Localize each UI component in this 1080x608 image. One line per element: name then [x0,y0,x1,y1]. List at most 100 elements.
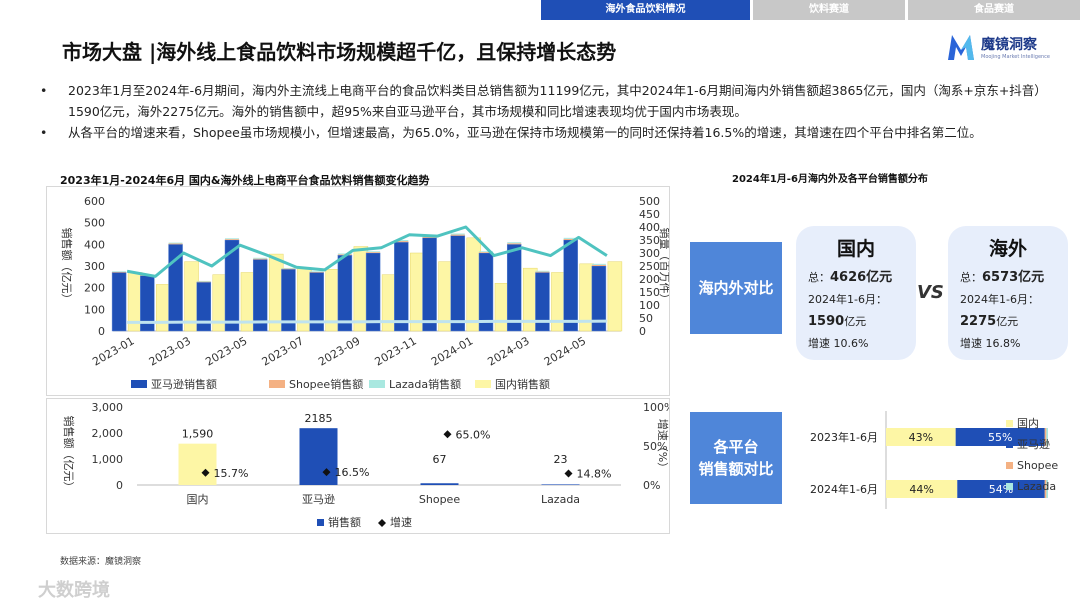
bullet-item: • 从各平台的增速来看，Shopee虽市场规模小，但增速最高，为65.0%，亚马逊… [40,125,982,140]
top-nav: 海外食品饮料情况 饮料赛道 食品赛道 [541,0,1080,20]
shopee-bar [535,271,550,273]
lazada-bar [112,271,127,272]
shopee-bar [168,243,183,245]
legend-label: 国内销售额 [495,377,550,391]
growth-marker [443,430,452,439]
legend-swatch [369,380,385,388]
logo-name: 魔镜洞察 [981,37,1037,53]
growth-value-label: 16.5% [335,466,370,479]
legend-swatch [1006,462,1013,469]
legend-swatch [1006,420,1013,427]
y2-tick-label: 450 [639,208,660,221]
lazada-bar [450,233,465,235]
x-tick-label: 2023-03 [147,334,193,368]
growth-marker [564,469,573,478]
legend-label: 增速 [390,515,412,529]
tab-overseas-food[interactable]: 海外食品饮料情况 [541,0,750,20]
platform-chart: 01,0002,0003,0000%50%100%销售额（亿元）增速（%）1,5… [62,401,674,529]
shopee-bar [281,268,296,270]
legend-label: Lazada [1017,480,1056,493]
x-tick-label: 2024-03 [485,334,531,368]
domestic-bar [607,261,623,332]
watermark: 大数跨境 [38,580,110,601]
y-tick-label: 200 [84,282,105,295]
x-tick-label: Shopee [419,493,460,506]
lazada-bar [168,242,183,244]
moojing-logo-icon [948,35,974,60]
legend-swatch [269,380,285,388]
sales-value-label: 67 [433,453,447,466]
y2-axis-label: 增速（%） [656,419,669,473]
amazon-bar [111,272,127,332]
sales-bar [178,443,217,485]
x-tick-label: 2023-07 [260,334,306,368]
lazada-bar [253,257,268,259]
domestic-bar [156,284,171,332]
y2-tick-label: 300 [639,247,660,260]
x-tick-label: 2024-01 [429,334,475,368]
domestic-bar [466,237,482,332]
legend-swatch [475,380,491,388]
y-tick-label: 2,000 [92,427,124,440]
share-value-label: 43% [909,431,933,444]
lazada-bar [507,242,522,244]
platform-chart-panel: 01,0002,0003,0000%50%100%销售额（亿元）增速（%）1,5… [46,398,674,534]
tab-food[interactable]: 食品赛道 [908,0,1080,20]
shopee-bar [196,281,211,283]
domestic-card: 国内 总：4626亿元 2024年1-6月： 1590亿元 增速 10.6% [796,226,916,360]
domestic-growth: 增速 10.6% [808,337,869,350]
amazon-bar [506,244,522,332]
amazon-bar [252,259,268,332]
distribution-title: 2024年1月-6月海内外及各平台销售额分布 [732,174,928,185]
y2-axis-label: 销量（百万件） [658,228,669,305]
sales-bar [420,483,459,485]
logo: 魔镜洞察 Moojing Market Intelligence [946,32,1050,62]
bullet-item: • 2023年1月至2024年-6月期间，海内外主流线上电商平台的食品饮料类目总销… [40,83,1047,119]
y2-tick-label: 200 [639,273,660,286]
amazon-bar [422,237,437,332]
domestic-bar [410,252,425,332]
amazon-bar [337,254,353,332]
legend-label: Shopee销售额 [289,377,363,391]
y-axis-label: 销售额（亿元） [62,416,76,493]
page-title: 市场大盘 |海外线上食品饮料市场规模超千亿，且保持增长态势 [62,40,617,64]
amazon-bar [394,241,409,332]
sales-value-label: 23 [554,453,568,466]
shopee-bar [253,258,268,260]
lazada-bar [196,280,211,282]
domestic-h1-value: 1590 [808,314,845,329]
x-tick-label: 2023-09 [316,334,362,368]
data-source: 数据来源：魔镜洞察 [60,557,142,567]
tab-beverage[interactable]: 饮料赛道 [753,0,905,20]
y-tick-label: 1,000 [92,453,124,466]
y2-tick-label: 500 [639,195,660,208]
x-tick-label: 2023-05 [203,334,249,368]
y-tick-label: 0 [116,479,123,492]
legend-label: 国内 [1017,416,1039,430]
lazada-bar [309,271,324,272]
y2-tick-label: 400 [639,221,660,234]
trend-chart-panel: 0 100 200 300 400 500 600 0 50 100 150 200 250 300 350… [46,186,672,396]
overseas-growth: 增速 16.8% [960,337,1021,350]
legend-swatch [1006,483,1013,490]
legend-swatch [317,519,324,526]
logo-subtitle: Moojing Market Intelligence [981,54,1051,60]
legend-label: Shopee [1017,459,1058,472]
lazada-bar [591,263,606,265]
y-tick-label: 400 [84,238,105,251]
amazon-bar [478,252,494,332]
amazon-bar [196,282,212,332]
y-tick-label: 300 [84,260,105,273]
overseas-card-title: 海外 [988,238,1027,260]
y2-tick-label: 0% [643,479,660,492]
y2-tick-label: 250 [639,260,660,273]
x-tick-label: 国内 [187,492,209,506]
shopee-bar [507,243,522,245]
domestic-card-title: 国内 [836,238,875,260]
legend-label: 销售额 [328,515,361,529]
amazon-bar [450,235,466,332]
x-tick-label: 2023-11 [373,334,419,368]
y-tick-label: 500 [84,217,105,230]
legend-label: 亚马逊 [1017,438,1050,451]
amazon-bar [365,252,381,332]
